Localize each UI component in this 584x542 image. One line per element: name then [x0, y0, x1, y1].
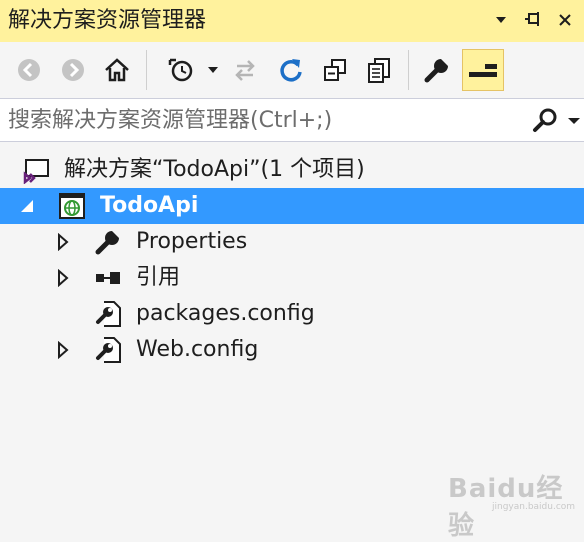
tree-item-project[interactable]: TodoApi [0, 188, 584, 224]
tree-item-solution[interactable]: 解决方案“TodoApi”(1 个项目) [0, 152, 584, 188]
wrench-icon [424, 59, 448, 83]
panel-menu-button[interactable] [488, 6, 514, 34]
sync-button[interactable] [228, 50, 262, 90]
back-icon [18, 59, 40, 81]
properties-button[interactable] [420, 50, 454, 90]
search-box [0, 98, 584, 142]
watermark-url: jingyan.baidu.com [492, 502, 576, 512]
config-file-icon [96, 301, 121, 327]
solution-label: 解决方案“TodoApi”(1 个项目) [64, 157, 365, 182]
pin-button[interactable] [520, 6, 546, 34]
collapsed-arrow-icon[interactable] [54, 233, 72, 251]
sync-icon [235, 60, 255, 81]
show-all-files-icon [368, 58, 390, 83]
web-project-icon [59, 193, 85, 219]
show-all-files-button[interactable] [362, 50, 396, 90]
collapse-all-icon [324, 59, 346, 81]
refresh-icon [280, 59, 302, 82]
close-icon [559, 14, 571, 26]
search-options-dropdown-icon[interactable] [566, 107, 582, 133]
tree-item-label: packages.config [136, 301, 315, 326]
pending-changes-filter-button[interactable] [160, 50, 220, 90]
tree-item-label: Properties [136, 229, 248, 254]
panel-title: 解决方案资源管理器 [8, 8, 207, 33]
dropdown-arrow-icon [496, 17, 506, 23]
refresh-button[interactable] [274, 50, 308, 90]
tree-item-web-config[interactable]: Web.config [0, 332, 584, 368]
panel-title-bar: 解决方案资源管理器 [0, 0, 584, 42]
forward-icon [62, 59, 84, 81]
project-label: TodoApi [100, 193, 199, 218]
tree-item-packages-config[interactable]: packages.config [0, 296, 584, 332]
tree-item-label: 引用 [136, 265, 181, 290]
toolbar-separator [408, 50, 409, 90]
history-icon [168, 58, 218, 82]
wrench-icon [95, 231, 119, 255]
home-button[interactable] [100, 50, 134, 90]
tree-item-label: Web.config [136, 337, 259, 362]
close-button[interactable] [552, 6, 578, 34]
home-icon [105, 58, 129, 82]
search-icon[interactable] [530, 107, 560, 133]
solution-tree: 解决方案“TodoApi”(1 个项目) TodoApi Properties [0, 142, 584, 524]
search-input[interactable] [0, 99, 520, 141]
collapse-all-button[interactable] [318, 50, 352, 90]
back-button[interactable] [12, 50, 46, 90]
toolbar-separator [146, 50, 147, 90]
collapsed-arrow-icon[interactable] [54, 269, 72, 287]
solution-icon [23, 159, 49, 184]
preview-icon [469, 64, 497, 77]
forward-button[interactable] [56, 50, 90, 90]
tree-item-properties[interactable]: Properties [0, 224, 584, 260]
expanded-arrow-icon[interactable] [18, 197, 36, 215]
tree-item-references[interactable]: 引用 [0, 260, 584, 296]
config-file-icon [96, 337, 121, 363]
preview-selected-items-button[interactable] [462, 49, 504, 91]
pin-icon [525, 12, 539, 26]
collapsed-arrow-icon[interactable] [54, 341, 72, 359]
toolbar [0, 42, 584, 98]
references-icon [96, 272, 120, 284]
